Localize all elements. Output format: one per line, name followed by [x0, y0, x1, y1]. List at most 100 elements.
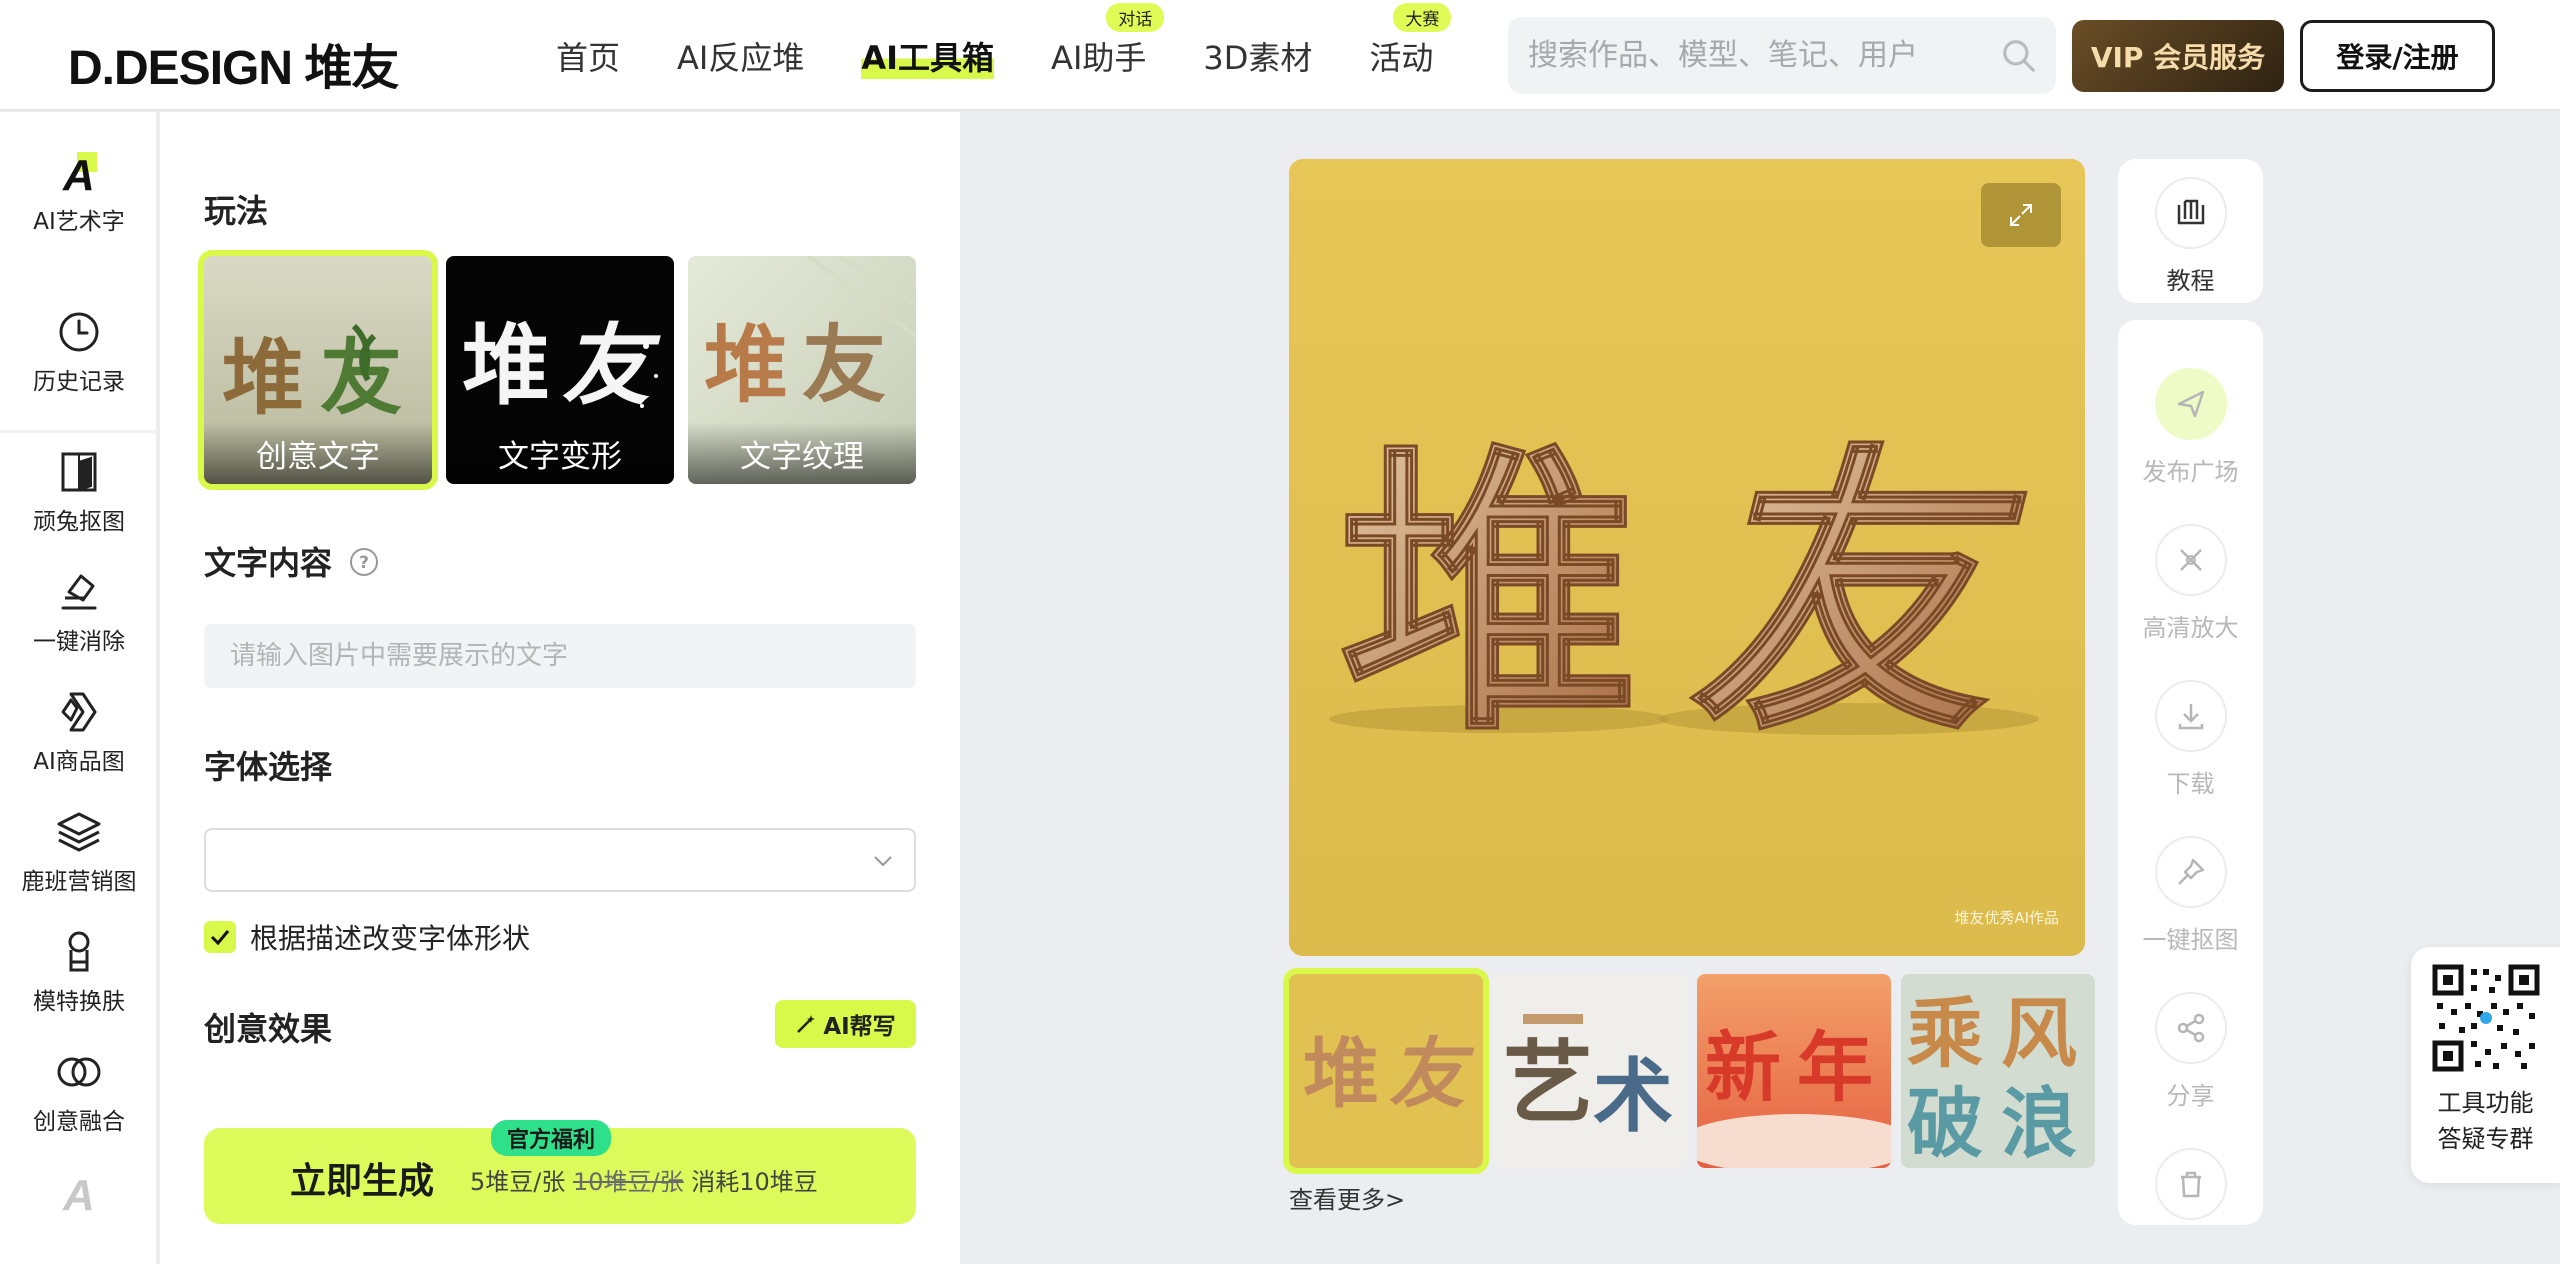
main-nav: 首页 AI反应堆 AI工具箱 AI助手 对话 3D素材 活动 大赛	[556, 0, 1490, 111]
qr-line-1: 工具功能	[2437, 1089, 2534, 1117]
svg-text:友: 友	[802, 315, 886, 414]
nav-item-ai-assistant[interactable]: AI助手 对话	[1051, 2, 1165, 79]
sample-thumbnail[interactable]: 新年	[1697, 974, 1891, 1168]
font-title: 字体选择	[204, 748, 333, 786]
share-button[interactable]: 分享	[2118, 992, 2263, 1111]
watermark: 堆友优秀AI作品	[1954, 909, 2059, 927]
mode-card-creative-text[interactable]: 堆 友 创意文字	[198, 250, 438, 490]
tutorial-button[interactable]: 教程	[2118, 177, 2263, 296]
rail-item-product[interactable]: AI商品图	[0, 688, 158, 776]
ai-write-button[interactable]: AI帮写	[775, 1000, 916, 1048]
help-icon[interactable]: ?	[349, 547, 379, 577]
svg-text:浪: 浪	[2001, 1079, 2077, 1168]
cost-text: 消耗10堆豆	[691, 1168, 818, 1196]
sample-thumbnail[interactable]: 堆友	[1283, 968, 1489, 1174]
model-icon	[68, 931, 90, 972]
svg-text:友: 友	[1389, 1029, 1475, 1118]
merge-icon	[57, 1057, 101, 1087]
preview-image: 堆 友	[1289, 159, 2085, 956]
nav-label: AI工具箱	[861, 38, 995, 77]
rail-divider	[0, 430, 158, 433]
expand-icon	[2010, 204, 2032, 226]
nav-badge: 对话	[1106, 2, 1165, 32]
mode-label: 文字变形	[446, 422, 674, 484]
text-content-input[interactable]	[204, 624, 916, 688]
nav-item-3d-assets[interactable]: 3D素材	[1203, 33, 1312, 79]
download-icon	[2154, 680, 2227, 752]
svg-text:堆: 堆	[704, 315, 788, 414]
nav-item-events[interactable]: 活动 大赛	[1369, 2, 1452, 79]
product-icon	[61, 692, 97, 732]
search-icon[interactable]	[2000, 37, 2038, 75]
rail-label: 模特换肤	[33, 989, 125, 1015]
ai-art-text-icon: A	[62, 1171, 95, 1216]
svg-text:友: 友	[1689, 417, 2027, 770]
rail-item-cutout[interactable]: 顽兔抠图	[0, 448, 158, 536]
rail-label: AI商品图	[33, 749, 125, 775]
site-logo[interactable]: D.DESIGN 堆友	[68, 28, 399, 98]
rail-item-model[interactable]: 模特换肤	[0, 928, 158, 1016]
rail-item-merge[interactable]: 创意融合	[0, 1048, 158, 1136]
action-toolbar: 发布广场 高清放大 下载 一键抠图 分享	[2118, 320, 2263, 1225]
svg-text:A: A	[62, 1171, 95, 1216]
svg-text:堆: 堆	[222, 330, 304, 426]
download-button[interactable]: 下载	[2118, 680, 2263, 799]
publish-button[interactable]: 发布广场	[2118, 368, 2263, 487]
config-panel: 玩法 堆 友 创意文字 堆 友 文字变形 堆 友 文字纹理 文字内容 ? 请输入…	[160, 112, 960, 1264]
generate-button[interactable]: 官方福利 立即生成 5堆豆/张 10堆豆/张 消耗10堆豆	[204, 1120, 916, 1224]
login-button[interactable]: 登录/注册	[2300, 20, 2495, 92]
upscale-icon	[2154, 524, 2227, 596]
chevron-down-icon	[874, 856, 892, 867]
sample-thumbnail[interactable]: 艺术	[1493, 974, 1687, 1168]
thumbnail-image: 堆友	[1289, 974, 1483, 1168]
checkbox-label: 根据描述改变字体形状	[250, 922, 531, 955]
vip-button[interactable]: VIP 会员服务	[2072, 20, 2284, 92]
search-input[interactable]	[1528, 17, 1988, 94]
shape-checkbox[interactable]	[204, 921, 236, 953]
action-label: 分享	[2166, 1082, 2215, 1110]
svg-text:堆: 堆	[1303, 1029, 1379, 1118]
svg-text:风: 风	[2001, 989, 2077, 1078]
nav-label: AI反应堆	[677, 38, 805, 77]
mode-card-text-texture[interactable]: 堆 友 文字纹理	[688, 256, 916, 484]
mode-label: 创意文字	[204, 422, 432, 484]
ai-art-text-icon: A	[62, 151, 97, 196]
upscale-button[interactable]: 高清放大	[2118, 524, 2263, 643]
svg-text:新: 新	[1705, 1023, 1781, 1112]
action-label: 发布广场	[2142, 458, 2239, 486]
generate-label: 立即生成	[290, 1161, 435, 1202]
rail-label: 顽兔抠图	[33, 509, 125, 535]
shape-checkbox-row[interactable]: 根据描述改变字体形状	[204, 917, 530, 957]
delete-button[interactable]	[2118, 1148, 2263, 1232]
nav-label: 活动	[1369, 38, 1434, 77]
view-more-link[interactable]: 查看更多>	[1289, 1180, 1405, 1215]
content-title: 文字内容 ?	[204, 538, 379, 584]
top-navigation-bar: D.DESIGN 堆友 首页 AI反应堆 AI工具箱 AI助手 对话 3D素材 活…	[0, 0, 2560, 111]
rail-item-more[interactable]: A	[0, 1168, 158, 1222]
book-icon	[2154, 177, 2227, 249]
pin-icon	[2154, 836, 2227, 908]
result-preview: 堆 友 堆友优秀AI作品	[1289, 159, 2085, 956]
mode-card-text-deform[interactable]: 堆 友 文字变形	[446, 256, 674, 484]
rail-item-history[interactable]: 历史记录	[0, 308, 158, 396]
action-label: 一键抠图	[2142, 926, 2239, 954]
svg-text:乘: 乘	[1907, 989, 1983, 1078]
rail-item-ai-art-text[interactable]: A AI艺术字	[0, 148, 158, 236]
sample-thumbnail[interactable]: 乘风破浪	[1901, 974, 2095, 1168]
rail-item-marketing[interactable]: 鹿班营销图	[0, 808, 158, 896]
effect-title: 创意效果	[204, 1010, 333, 1048]
nav-item-ai-toolbox[interactable]: AI工具箱	[861, 32, 995, 79]
rail-label: AI艺术字	[33, 209, 125, 235]
fullscreen-button[interactable]	[1981, 183, 2061, 247]
svg-text:年: 年	[1797, 1023, 1873, 1112]
nav-item-home[interactable]: 首页	[556, 33, 620, 79]
rail-item-eraser[interactable]: 一键消除	[0, 568, 158, 656]
layers-icon	[57, 812, 101, 852]
generate-price: 5堆豆/张 10堆豆/张 消耗10堆豆	[470, 1162, 818, 1197]
svg-text:友: 友	[320, 330, 402, 426]
font-select[interactable]	[204, 828, 916, 892]
nav-badge: 大赛	[1393, 2, 1452, 32]
nav-item-ai-reactor[interactable]: AI反应堆	[677, 33, 804, 79]
cutout-button[interactable]: 一键抠图	[2118, 836, 2263, 955]
qr-card[interactable]: 工具功能 答疑专群	[2411, 947, 2560, 1183]
